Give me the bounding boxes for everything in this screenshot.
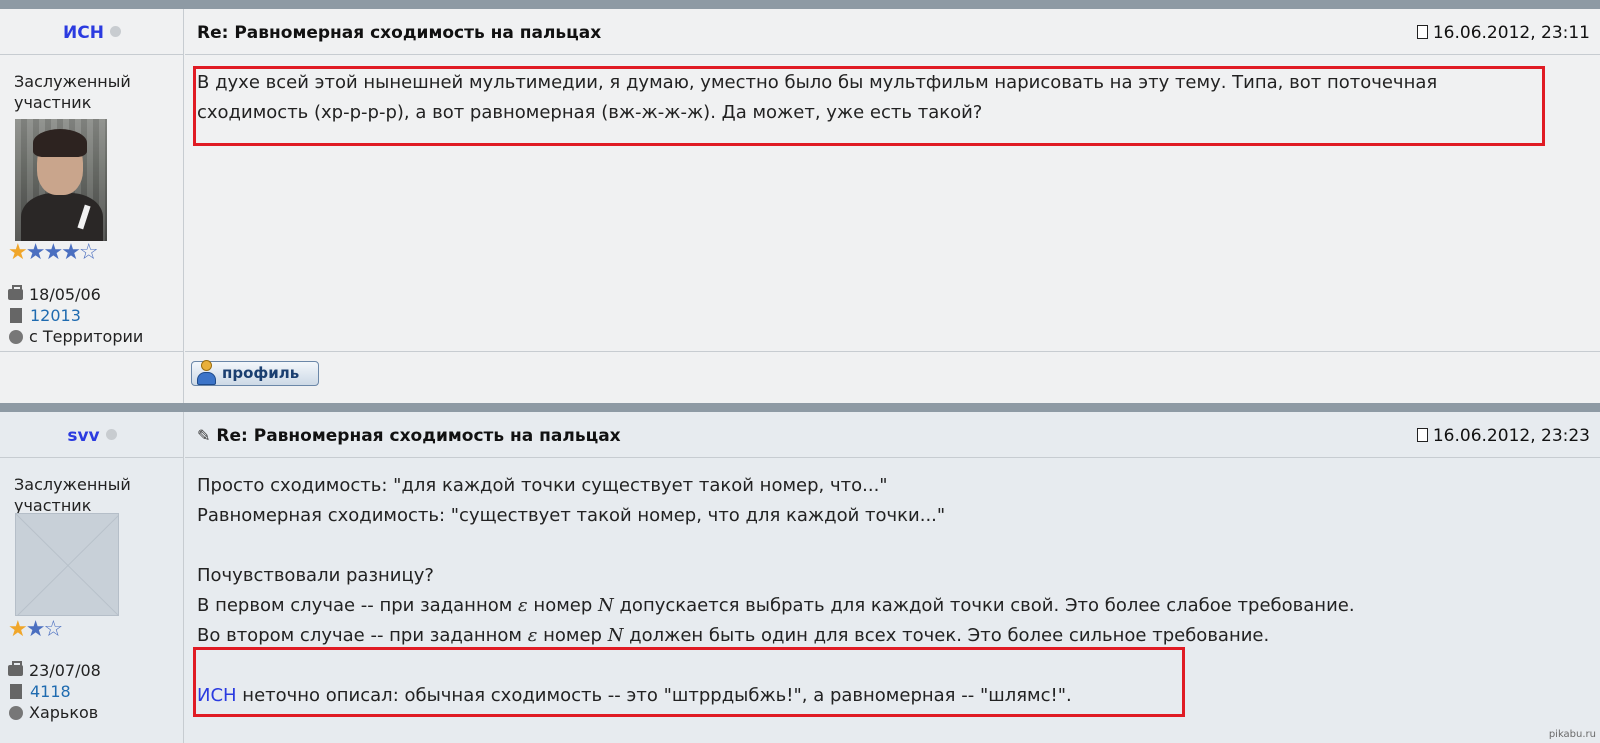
author-info: 23/07/08 4118 Харьков xyxy=(8,660,101,723)
post-title[interactable]: Re: Равномерная сходимость на пальцах xyxy=(197,23,601,43)
message-line: В первом случае -- при заданном ε номер … xyxy=(197,595,1355,616)
epsilon-symbol: ε xyxy=(527,625,538,646)
message-line: Просто сходимость: "для каждой точки сущ… xyxy=(197,475,888,496)
post-footer: профиль xyxy=(185,351,1600,403)
post-header: Re: Равномерная сходимость на пальцах 16… xyxy=(185,9,1600,55)
top-divider xyxy=(0,0,1600,9)
profile-button[interactable]: профиль xyxy=(191,360,319,386)
edit-icon: ✎ xyxy=(197,426,211,445)
registration-date: 23/07/08 xyxy=(29,661,101,680)
post-header: ✎ Re: Равномерная сходимость на пальцах 1… xyxy=(185,412,1600,458)
rating-stars: ★★★★☆ xyxy=(8,240,99,265)
offline-status-icon xyxy=(109,26,121,37)
briefcase-icon xyxy=(8,661,23,676)
document-icon xyxy=(1416,25,1428,39)
author-name[interactable]: ИСН xyxy=(0,23,184,43)
highlight-box xyxy=(193,647,1185,717)
document-icon xyxy=(10,684,22,699)
globe-icon xyxy=(9,705,23,720)
post-body: Просто сходимость: "для каждой точки сущ… xyxy=(189,459,1600,743)
offline-status-icon xyxy=(105,429,117,440)
forum-post: ИСН Заслуженный участник ★★★★☆ 18/05/06 … xyxy=(0,9,1600,403)
message-line: Почувствовали разницу? xyxy=(197,565,434,586)
post-title[interactable]: ✎ Re: Равномерная сходимость на пальцах xyxy=(197,426,621,446)
n-symbol: N xyxy=(607,625,624,646)
author-location: с Территории xyxy=(29,327,144,346)
author-name[interactable]: svv xyxy=(0,426,184,446)
watermark: pikabu.ru xyxy=(1548,729,1596,740)
post-count-link[interactable]: 4118 xyxy=(30,681,71,702)
registration-date: 18/05/06 xyxy=(29,285,101,304)
post-content-column: Re: Равномерная сходимость на пальцах 16… xyxy=(185,9,1600,403)
author-footer xyxy=(0,351,184,403)
author-column: ИСН Заслуженный участник ★★★★☆ 18/05/06 … xyxy=(0,9,184,403)
post-body: В духе всей этой нынешней мультимедии, я… xyxy=(189,56,1600,350)
author-info: 18/05/06 12013 с Территории xyxy=(8,284,143,347)
globe-icon xyxy=(9,329,23,344)
author-column: svv Заслуженный участник ★★☆ 23/07/08 41… xyxy=(0,412,184,743)
post-date: 16.06.2012, 23:23 xyxy=(1416,426,1590,446)
document-icon xyxy=(1416,428,1428,442)
post-message: В духе всей этой нынешней мультимедии, я… xyxy=(197,72,1438,123)
author-header: ИСН xyxy=(0,9,183,55)
author-rank: Заслуженный участник xyxy=(14,475,131,515)
epsilon-symbol: ε xyxy=(518,595,528,616)
post-count-link[interactable]: 12013 xyxy=(30,305,81,326)
user-icon xyxy=(196,360,216,386)
author-header: svv xyxy=(0,412,183,458)
forum-post: svv Заслуженный участник ★★☆ 23/07/08 41… xyxy=(0,412,1600,743)
briefcase-icon xyxy=(8,285,23,300)
author-location: Харьков xyxy=(29,703,99,722)
message-line: Равномерная сходимость: "существует тако… xyxy=(197,505,946,526)
document-icon xyxy=(10,308,22,323)
rating-stars: ★★☆ xyxy=(8,617,63,642)
post-content-column: ✎ Re: Равномерная сходимость на пальцах 1… xyxy=(185,412,1600,743)
author-rank: Заслуженный участник xyxy=(14,72,131,112)
message-line xyxy=(197,531,1567,561)
n-symbol: N xyxy=(598,595,614,616)
avatar xyxy=(15,119,107,241)
post-divider xyxy=(0,403,1600,412)
avatar-placeholder xyxy=(15,513,119,616)
post-date: 16.06.2012, 23:11 xyxy=(1416,23,1590,43)
